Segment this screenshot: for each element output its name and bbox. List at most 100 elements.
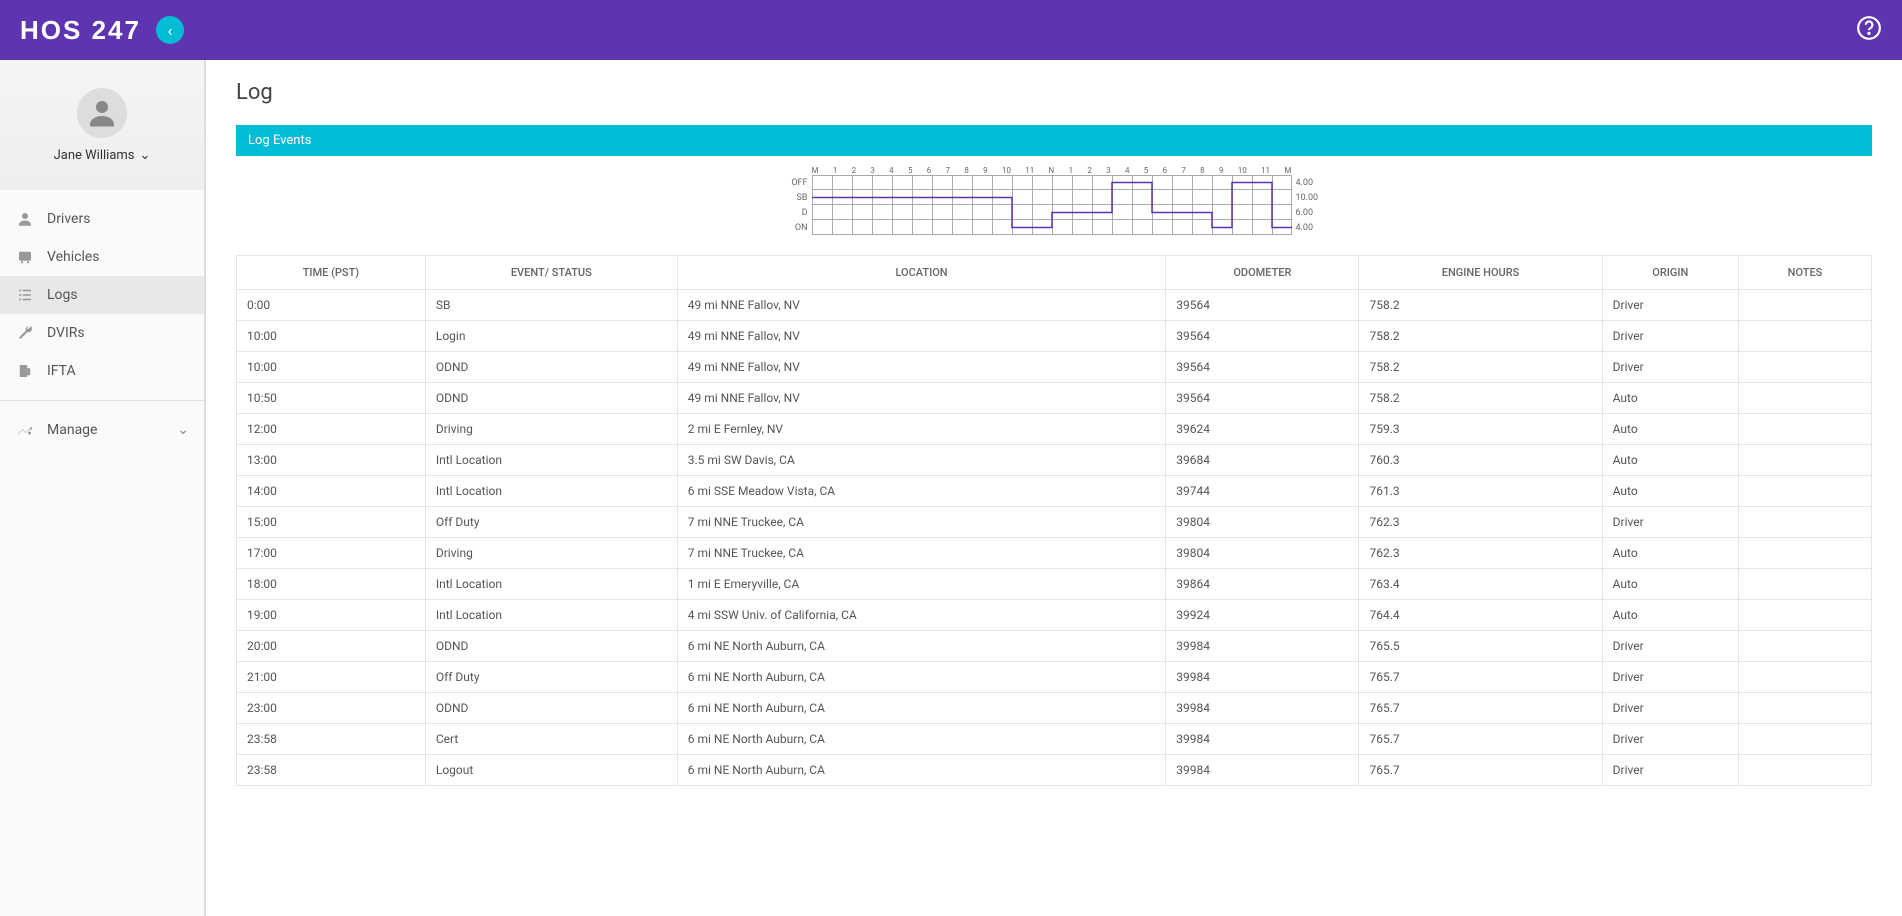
person-icon	[15, 210, 35, 228]
chart-status-row: SB10.00	[787, 190, 1322, 205]
table-cell: 763.4	[1359, 569, 1602, 600]
chart-hour-label: 10	[1002, 166, 1011, 175]
table-row[interactable]: 10:00ODND49 mi NNE Fallov, NV39564758.2D…	[237, 352, 1872, 383]
table-cell	[1739, 290, 1872, 321]
table-cell: ODND	[425, 352, 677, 383]
chart-hour-label: 2	[1087, 166, 1092, 175]
chart-row-total: 10.00	[1292, 193, 1322, 203]
table-row[interactable]: 23:58Logout6 mi NE North Auburn, CA39984…	[237, 755, 1872, 786]
chart-grid	[812, 220, 1292, 235]
chart-hour-label: 4	[889, 166, 894, 175]
table-cell: 765.7	[1359, 755, 1602, 786]
table-row[interactable]: 0:00SB49 mi NNE Fallov, NV39564758.2Driv…	[237, 290, 1872, 321]
table-row[interactable]: 17:00Driving7 mi NNE Truckee, CA39804762…	[237, 538, 1872, 569]
table-header-cell: LOCATION	[677, 256, 1166, 290]
table-cell: Off Duty	[425, 507, 677, 538]
table-header-cell: NOTES	[1739, 256, 1872, 290]
app-logo: HOS 247	[20, 15, 141, 46]
table-row[interactable]: 10:00Login49 mi NNE Fallov, NV39564758.2…	[237, 321, 1872, 352]
table-cell	[1739, 538, 1872, 569]
table-row[interactable]: 15:00Off Duty7 mi NNE Truckee, CA3980476…	[237, 507, 1872, 538]
table-cell: 6 mi NE North Auburn, CA	[677, 724, 1166, 755]
table-cell: 758.2	[1359, 352, 1602, 383]
sidebar-item-label: Manage	[47, 422, 97, 438]
table-row[interactable]: 14:00Intl Location6 mi SSE Meadow Vista,…	[237, 476, 1872, 507]
wrench-icon	[15, 324, 35, 342]
table-cell: 758.2	[1359, 383, 1602, 414]
avatar[interactable]	[77, 88, 127, 138]
table-cell: 15:00	[237, 507, 426, 538]
table-row[interactable]: 13:00Intl Location3.5 mi SW Davis, CA396…	[237, 445, 1872, 476]
table-row[interactable]: 23:00ODND6 mi NE North Auburn, CA3998476…	[237, 693, 1872, 724]
table-cell	[1739, 569, 1872, 600]
table-cell: 12:00	[237, 414, 426, 445]
chart-hour-label: 8	[1200, 166, 1205, 175]
table-cell	[1739, 476, 1872, 507]
table-cell: 762.3	[1359, 507, 1602, 538]
table-cell: 6 mi SSE Meadow Vista, CA	[677, 476, 1166, 507]
table-row[interactable]: 21:00Off Duty6 mi NE North Auburn, CA399…	[237, 662, 1872, 693]
table-row[interactable]: 20:00ODND6 mi NE North Auburn, CA3998476…	[237, 631, 1872, 662]
user-icon	[84, 95, 120, 131]
help-button[interactable]	[1856, 15, 1882, 45]
table-row[interactable]: 19:00Intl Location4 mi SSW Univ. of Cali…	[237, 600, 1872, 631]
table-cell: Driver	[1602, 352, 1738, 383]
chart-row-label: ON	[787, 223, 812, 233]
table-cell: 49 mi NNE Fallov, NV	[677, 383, 1166, 414]
chart-grid	[812, 190, 1292, 205]
table-cell: 39984	[1166, 693, 1359, 724]
table-row[interactable]: 12:00Driving2 mi E Fernley, NV39624759.3…	[237, 414, 1872, 445]
table-cell: 10:50	[237, 383, 426, 414]
chart-status-row: ON4.00	[787, 220, 1322, 235]
sidebar-item-dvirs[interactable]: DVIRs	[0, 314, 204, 352]
sidebar-item-drivers[interactable]: Drivers	[0, 200, 204, 238]
table-cell: 39864	[1166, 569, 1359, 600]
chart-row-label: OFF	[787, 178, 812, 188]
app-header: HOS 247 ‹	[0, 0, 1902, 60]
table-cell	[1739, 631, 1872, 662]
table-cell: 39984	[1166, 662, 1359, 693]
table-cell: 19:00	[237, 600, 426, 631]
list-icon	[15, 286, 35, 304]
table-cell: Intl Location	[425, 569, 677, 600]
sidebar-item-ifta[interactable]: IFTA	[0, 352, 204, 390]
table-row[interactable]: 10:50ODND49 mi NNE Fallov, NV39564758.2A…	[237, 383, 1872, 414]
table-cell: 39564	[1166, 352, 1359, 383]
table-row[interactable]: 23:58Cert6 mi NE North Auburn, CA3998476…	[237, 724, 1872, 755]
table-cell: 761.3	[1359, 476, 1602, 507]
sidebar-item-logs[interactable]: Logs	[0, 276, 204, 314]
chevron-down-icon: ⌄	[177, 422, 189, 438]
chart-hour-label: 1	[833, 166, 838, 175]
profile-section: Jane Williams ⌄	[0, 60, 204, 190]
table-cell	[1739, 755, 1872, 786]
table-cell: Auto	[1602, 414, 1738, 445]
table-row[interactable]: 18:00Intl Location1 mi E Emeryville, CA3…	[237, 569, 1872, 600]
table-cell: 49 mi NNE Fallov, NV	[677, 290, 1166, 321]
table-cell: 14:00	[237, 476, 426, 507]
header-left: HOS 247 ‹	[20, 15, 184, 46]
table-cell: 10:00	[237, 321, 426, 352]
sidebar-item-vehicles[interactable]: Vehicles	[0, 238, 204, 276]
username-dropdown[interactable]: Jane Williams ⌄	[54, 148, 151, 163]
table-cell: 759.3	[1359, 414, 1602, 445]
chevron-left-icon: ‹	[168, 21, 173, 40]
table-cell: Auto	[1602, 600, 1738, 631]
table-cell: 6 mi NE North Auburn, CA	[677, 631, 1166, 662]
table-cell: 39744	[1166, 476, 1359, 507]
sidebar-item-manage[interactable]: Manage ⌄	[0, 411, 204, 449]
chart-grid	[812, 175, 1292, 190]
chart-hour-label: 7	[1181, 166, 1186, 175]
table-cell: 7 mi NNE Truckee, CA	[677, 507, 1166, 538]
table-cell: 762.3	[1359, 538, 1602, 569]
table-cell	[1739, 414, 1872, 445]
chart-hour-label: 6	[1163, 166, 1168, 175]
page-title: Log	[236, 80, 1872, 105]
table-cell: 760.3	[1359, 445, 1602, 476]
log-events-header: Log Events	[236, 125, 1872, 156]
chart-status-row: OFF4.00	[787, 175, 1322, 190]
main-content: Log Log Events M1234567891011N1234567891…	[206, 60, 1902, 916]
chart-hour-label: M	[1284, 166, 1291, 175]
table-cell: Cert	[425, 724, 677, 755]
collapse-sidebar-button[interactable]: ‹	[156, 16, 184, 44]
nav-divider	[0, 400, 204, 401]
